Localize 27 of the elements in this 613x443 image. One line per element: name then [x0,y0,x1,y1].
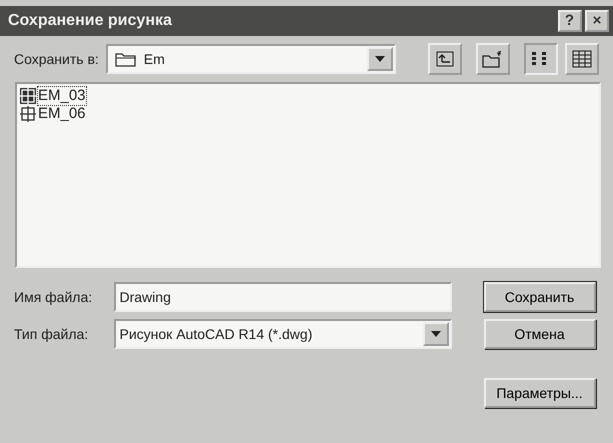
cancel-button[interactable]: Отмена [484,319,596,349]
file-type-dropdown[interactable]: Рисунок AutoCAD R14 (*.dwg) [114,319,452,349]
save-in-label: Сохранить в: [14,50,99,69]
drawing-file-icon [20,106,36,122]
file-item[interactable]: EM_03 [20,87,86,105]
window-title: Сохранение рисунка [8,11,172,31]
folder-dropdown[interactable]: Em [106,44,396,74]
save-button[interactable]: Сохранить [484,282,596,312]
details-view-icon [572,50,592,68]
list-view-button[interactable] [524,43,558,75]
dropdown-arrow-icon [374,56,385,62]
folder-icon [114,51,137,67]
file-name-field[interactable]: Drawing [114,282,452,312]
folder-name: Em [144,50,165,68]
file-type-label: Тип файла: [14,324,90,344]
file-item[interactable]: EM_06 [20,105,86,123]
new-folder-button[interactable] [476,43,510,75]
new-folder-icon [482,50,504,68]
dropdown-arrow-icon [431,331,441,337]
help-button[interactable]: ? [558,10,582,32]
drawing-file-icon [20,88,36,104]
up-folder-icon [436,51,454,67]
file-name-label: Имя файла: [14,288,94,307]
up-folder-button[interactable] [428,43,462,75]
options-button[interactable]: Параметры... [484,378,596,408]
close-button[interactable]: × [585,10,609,32]
details-view-button[interactable] [565,43,599,75]
